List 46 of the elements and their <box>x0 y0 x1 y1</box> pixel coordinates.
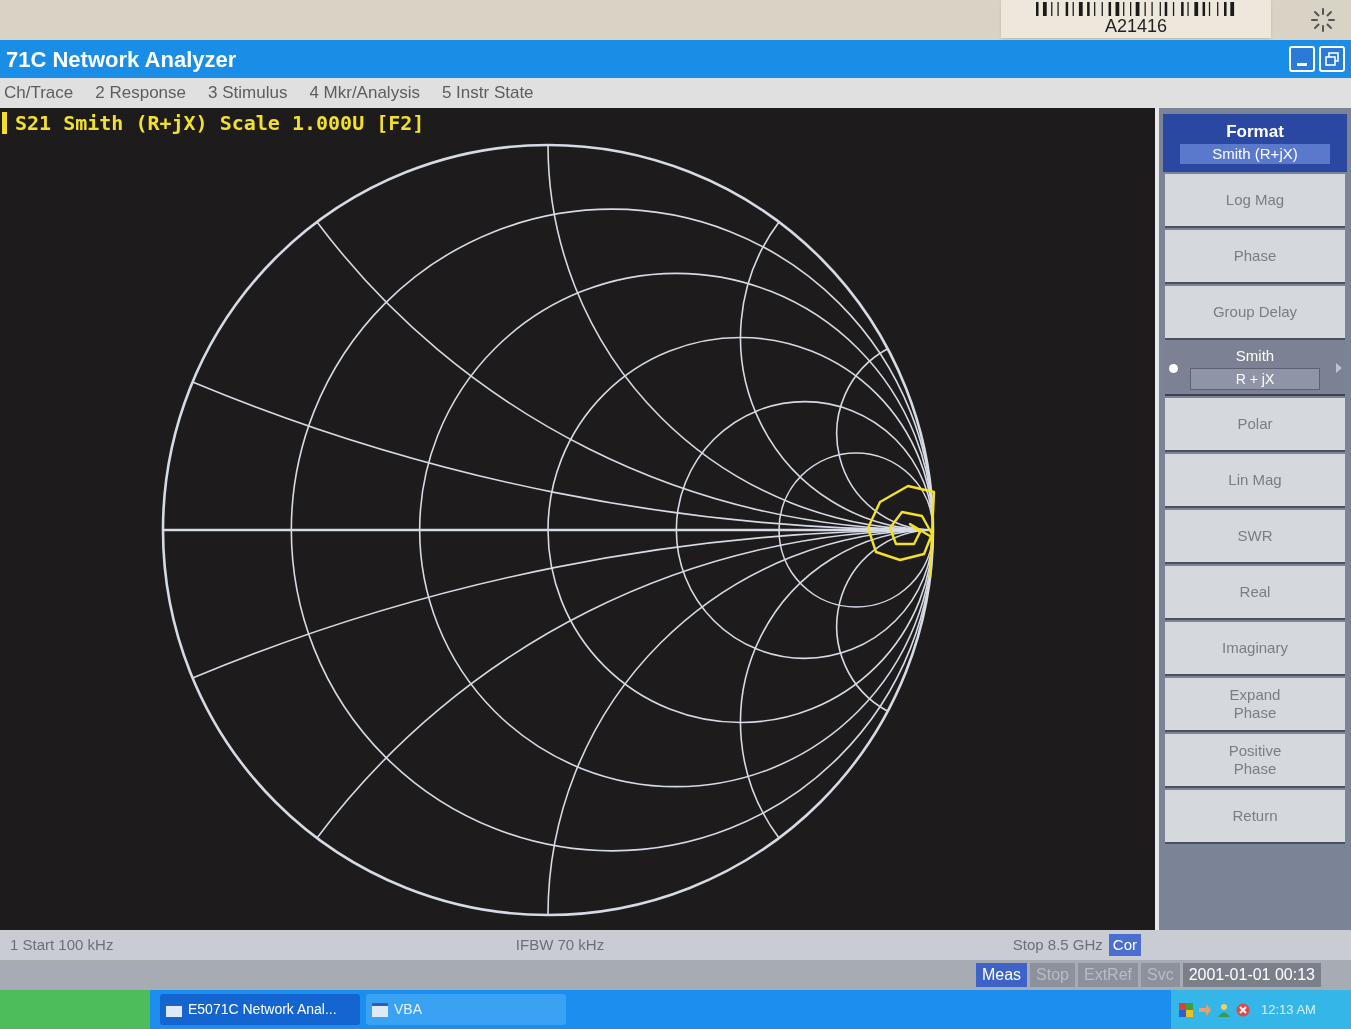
taskbar-button[interactable]: E5071C Network Anal... <box>160 994 360 1025</box>
minimize-button[interactable] <box>1289 46 1315 72</box>
arrow-icon <box>1198 1002 1212 1017</box>
menu-item[interactable]: 2 Response <box>95 80 186 106</box>
status-datetime: 2001-01-01 00:13 <box>1182 963 1321 987</box>
barcode-icon <box>1036 2 1236 16</box>
person-icon <box>1217 1002 1231 1017</box>
stop-frequency: Stop 8.5 GHz <box>1012 934 1103 955</box>
minimize-icon <box>1297 63 1307 66</box>
softkey-button[interactable]: Lin Mag <box>1165 454 1345 508</box>
softkey-sublabel: R + jX <box>1190 368 1320 390</box>
start-frequency: 1 Start 100 kHz <box>10 934 115 955</box>
ifbw-value: IFBW 70 kHz <box>514 934 606 955</box>
softkey-button[interactable]: Imaginary <box>1165 622 1345 676</box>
softkey-button[interactable]: Positive Phase <box>1165 734 1345 788</box>
taskbar-button[interactable]: VBA <box>366 994 566 1025</box>
start-button[interactable] <box>0 990 150 1029</box>
menu-item[interactable]: Ch/Trace <box>4 80 74 106</box>
menu-item[interactable]: 3 Stimulus <box>208 80 288 106</box>
asset-number: A21416 <box>1104 16 1168 36</box>
menu-item[interactable]: 4 Mkr/Analysis <box>309 80 420 106</box>
trace-title: S21 Smith (R+jX) Scale 1.000U [F2] <box>15 110 425 137</box>
taskbar-clock: 12:13 AM <box>1261 1000 1316 1019</box>
softkey-menu-title: Format <box>1226 122 1284 142</box>
close-circle-icon <box>1236 1002 1250 1017</box>
restore-button[interactable] <box>1319 46 1345 72</box>
window-title: 71C Network Analyzer <box>6 45 237 74</box>
softkey-button[interactable]: Expand Phase <box>1165 678 1345 732</box>
window-icon <box>372 1002 388 1017</box>
sparkle-logo-icon <box>1311 8 1335 32</box>
correction-badge: Cor <box>1108 933 1141 957</box>
softkey-button[interactable]: Log Mag <box>1165 174 1345 228</box>
softkey-button[interactable]: Polar <box>1165 398 1345 452</box>
softkey-button[interactable]: Real <box>1165 566 1345 620</box>
restore-icon <box>1325 52 1339 66</box>
menu-item[interactable]: 5 Instr State <box>441 80 534 106</box>
softkey-button[interactable]: Group Delay <box>1165 286 1345 340</box>
softkey-button[interactable]: Return <box>1165 790 1345 844</box>
softkey-button[interactable]: Phase <box>1165 230 1345 284</box>
submenu-arrow-icon <box>1336 363 1342 373</box>
status-indicator: Meas <box>975 963 1028 987</box>
trace-marker-icon <box>2 112 7 134</box>
flag-icon <box>1179 1002 1193 1017</box>
softkey-button[interactable]: SWR <box>1165 510 1345 564</box>
softkey-menu-value: Smith (R+jX) <box>1180 144 1330 164</box>
window-icon <box>166 1002 182 1017</box>
